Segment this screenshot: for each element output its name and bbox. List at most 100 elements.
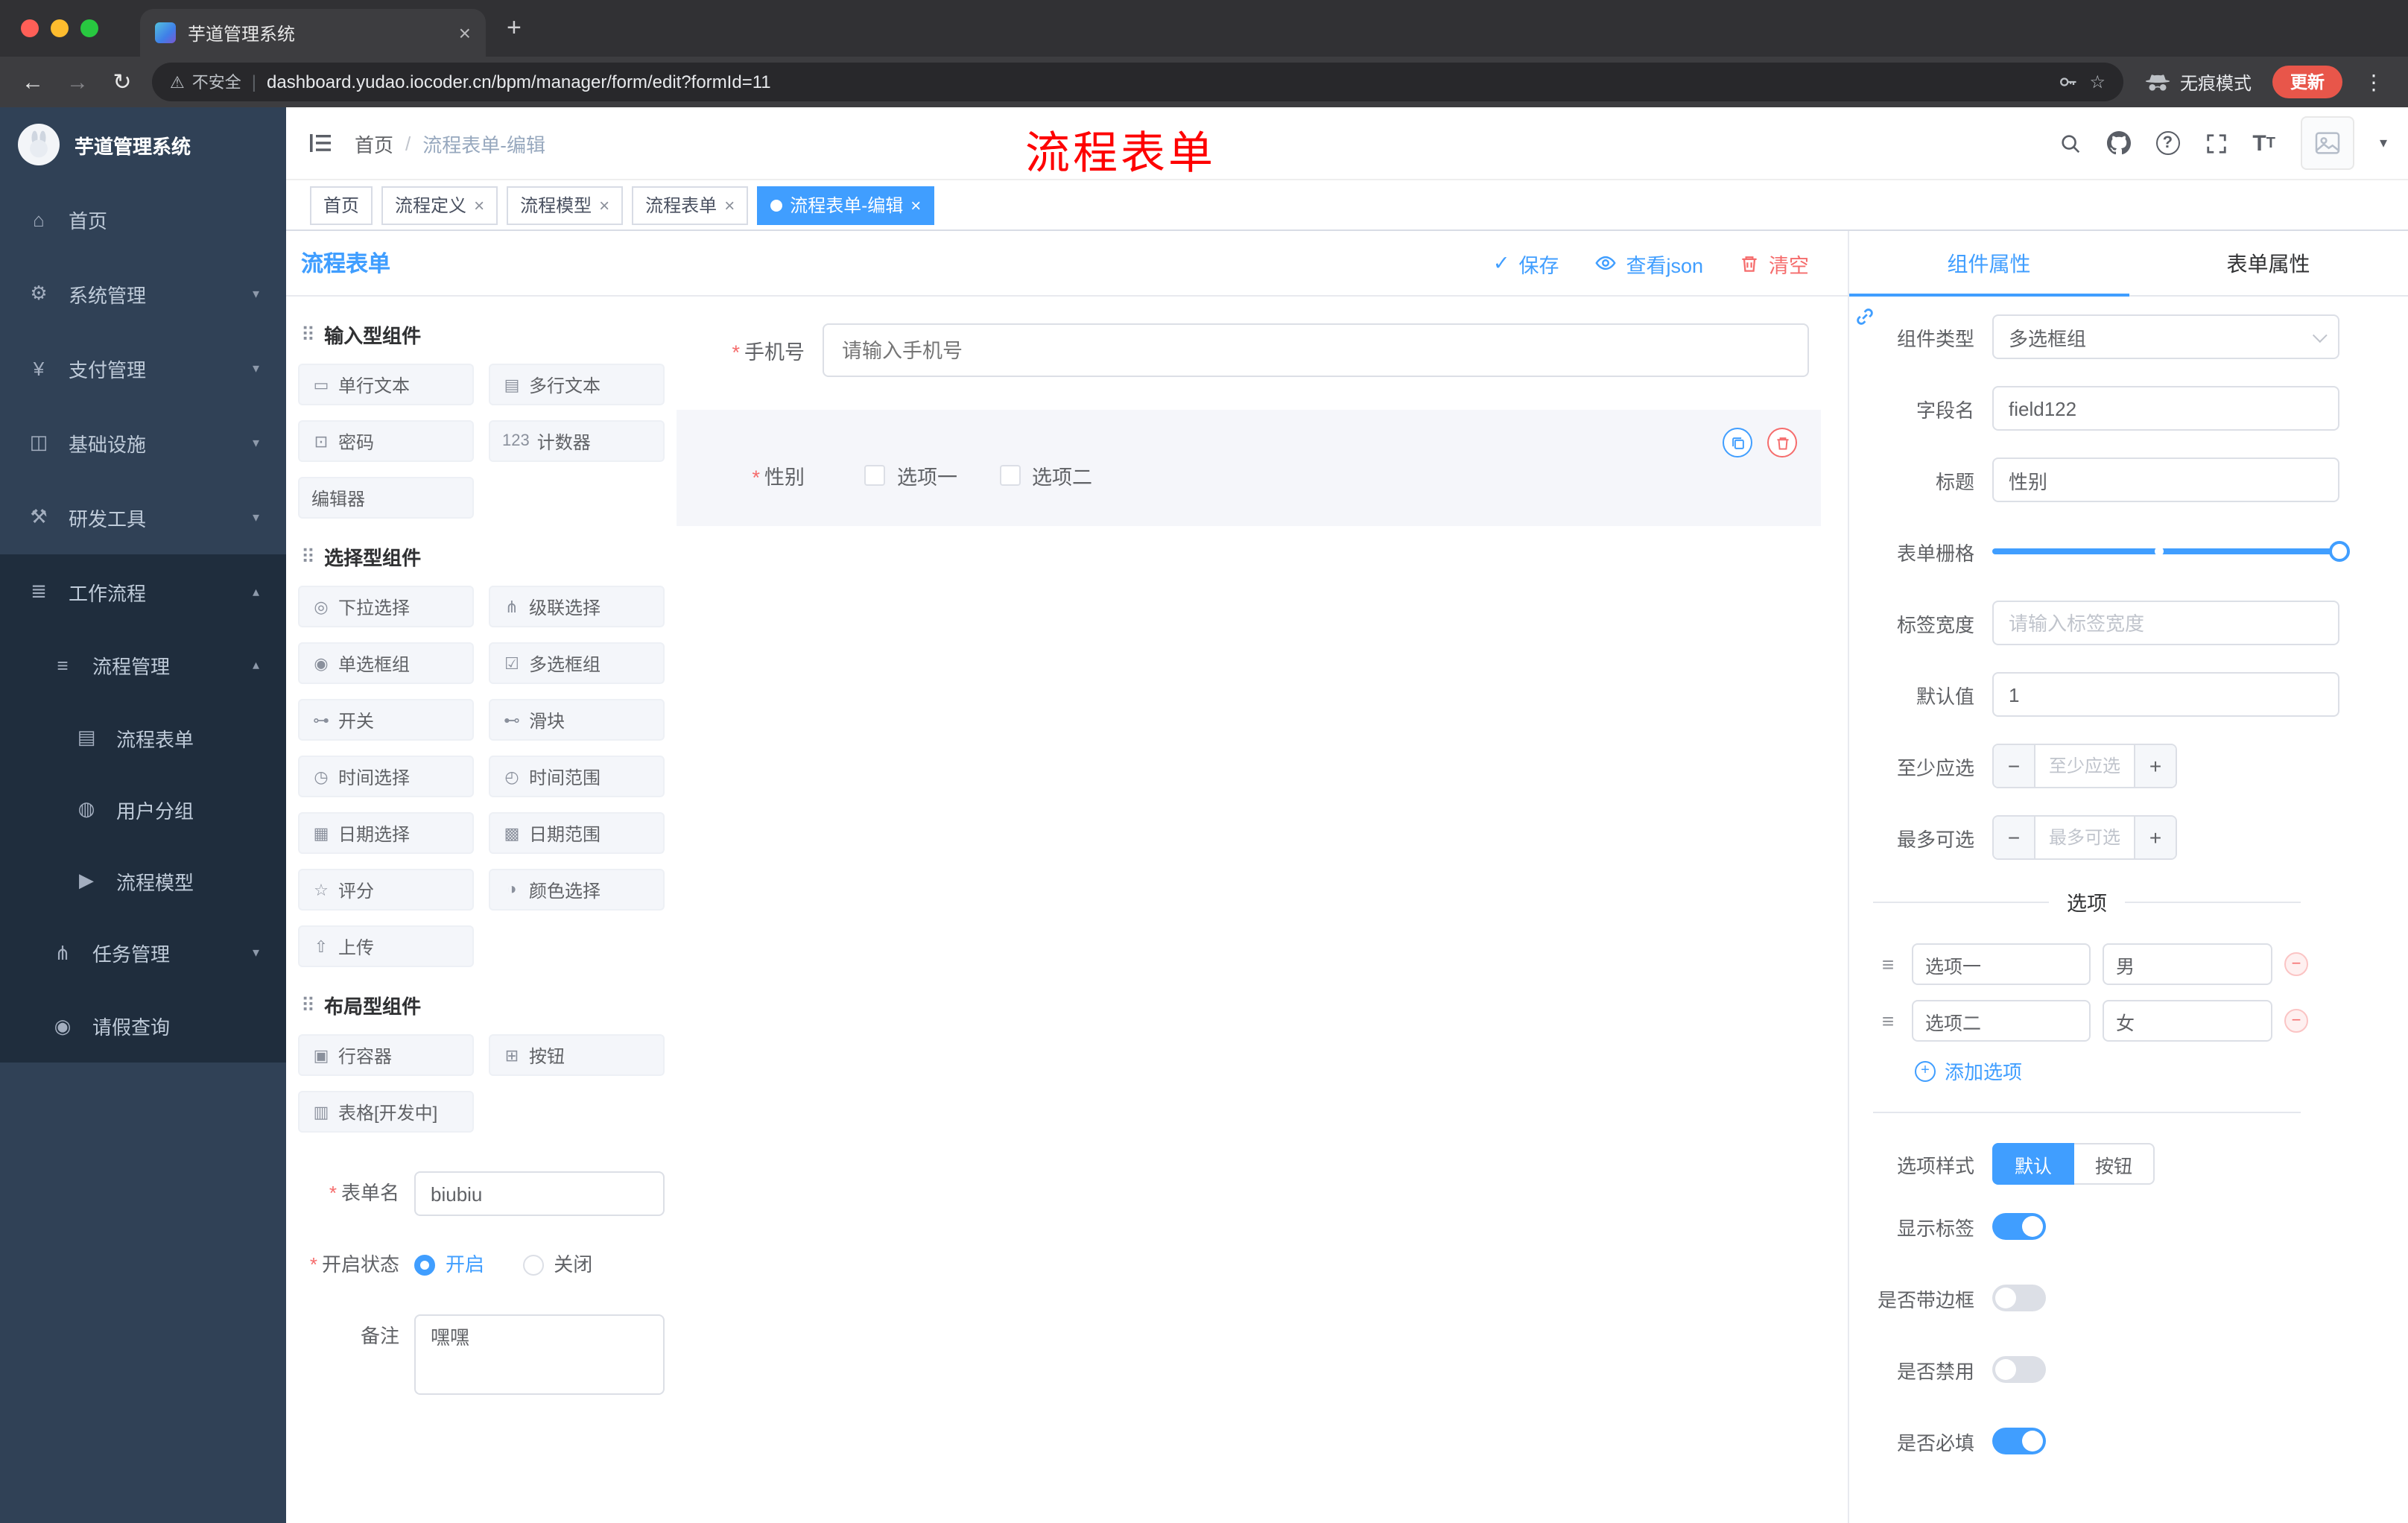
palette-item-color-picker[interactable]: ◑ 颜色选择 (489, 869, 665, 911)
minimize-window-button[interactable] (51, 19, 69, 37)
palette-item-cascader[interactable]: ⋔ 级联选择 (489, 586, 665, 627)
tag-process-form-edit[interactable]: 流程表单-编辑 × (757, 186, 935, 224)
breadcrumb-home[interactable]: 首页 (355, 129, 393, 157)
phone-input[interactable] (823, 323, 1809, 377)
sidebar-item-payment[interactable]: ¥ 支付管理 ▾ (0, 331, 286, 405)
palette-item-rate[interactable]: ☆ 评分 (298, 869, 474, 911)
stepper-minus-button[interactable]: − (1994, 745, 2035, 787)
forward-button[interactable]: → (63, 69, 92, 95)
sidebar-item-process-model[interactable]: ▶ 流程模型 (0, 845, 286, 916)
gender-option-1-checkbox[interactable]: 选项一 (864, 460, 957, 490)
option-1-value-input[interactable] (2103, 943, 2272, 985)
status-off-radio[interactable]: 关闭 (522, 1243, 592, 1288)
tag-close-icon[interactable]: × (724, 194, 735, 215)
stepper-plus-button[interactable]: + (2134, 745, 2176, 787)
github-icon[interactable] (2106, 131, 2131, 155)
tag-process-definition[interactable]: 流程定义 × (381, 186, 498, 224)
view-json-button[interactable]: 查看json (1594, 248, 1703, 278)
option-1-label-input[interactable] (1912, 943, 2091, 985)
remove-option-button[interactable]: − (2284, 1009, 2308, 1033)
tag-home[interactable]: 首页 (310, 186, 373, 224)
tag-close-icon[interactable]: × (599, 194, 609, 215)
tag-close-icon[interactable]: × (910, 194, 921, 215)
remove-option-button[interactable]: − (2284, 952, 2308, 976)
site-security[interactable]: ⚠ 不安全 (170, 70, 241, 94)
close-window-button[interactable] (21, 19, 39, 37)
form-remark-textarea[interactable]: 嘿嘿 (414, 1314, 665, 1395)
clear-button[interactable]: 清空 (1739, 248, 1809, 278)
style-button-button[interactable]: 按钮 (2074, 1143, 2155, 1185)
fullscreen-icon[interactable] (2205, 132, 2227, 154)
grid-slider[interactable] (1992, 529, 2350, 574)
search-icon[interactable] (2059, 132, 2081, 154)
status-on-radio[interactable]: 开启 (414, 1243, 484, 1288)
help-icon[interactable]: ? (2155, 131, 2180, 155)
sidebar-item-workflow[interactable]: ≣ 工作流程 ▴ (0, 554, 286, 629)
option-2-value-input[interactable] (2103, 1000, 2272, 1042)
password-key-icon[interactable] (2058, 72, 2079, 92)
sidebar-item-user-group[interactable]: ◍ 用户分组 (0, 773, 286, 845)
style-default-button[interactable]: 默认 (1992, 1143, 2075, 1185)
delete-widget-button[interactable] (1767, 428, 1797, 457)
tab-form-props[interactable]: 表单属性 (2129, 231, 2408, 295)
tag-close-icon[interactable]: × (474, 194, 484, 215)
tab-close-icon[interactable]: × (459, 21, 471, 45)
hamburger-icon[interactable] (286, 131, 355, 155)
gender-option-2-checkbox[interactable]: 选项二 (999, 460, 1092, 490)
stepper-minus-button[interactable]: − (1994, 817, 2035, 858)
update-button[interactable]: 更新 (2272, 66, 2342, 98)
palette-item-switch[interactable]: ⊶ 开关 (298, 699, 474, 741)
zoom-window-button[interactable] (80, 19, 98, 37)
browser-menu-icon[interactable]: ⋮ (2357, 69, 2390, 95)
max-select-input[interactable] (2035, 817, 2134, 858)
option-2-label-input[interactable] (1912, 1000, 2091, 1042)
bookmark-star-icon[interactable]: ☆ (2089, 72, 2106, 92)
title-input[interactable] (1992, 457, 2339, 502)
palette-item-table[interactable]: ▥ 表格[开发中] (298, 1091, 474, 1133)
sidebar-item-devtools[interactable]: ⚒ 研发工具 ▾ (0, 480, 286, 554)
palette-item-single-text[interactable]: ▭ 单行文本 (298, 364, 474, 405)
form-name-input[interactable] (414, 1171, 665, 1216)
new-tab-button[interactable]: + (507, 13, 522, 43)
field-name-input[interactable] (1992, 386, 2339, 431)
sidebar-item-infra[interactable]: ◫ 基础设施 ▾ (0, 405, 286, 480)
palette-item-counter[interactable]: 123 计数器 (489, 420, 665, 462)
show-label-toggle[interactable] (1992, 1213, 2046, 1240)
palette-item-row-container[interactable]: ▣ 行容器 (298, 1034, 474, 1076)
tab-component-props[interactable]: 组件属性 (1849, 231, 2129, 297)
component-type-select[interactable]: 多选框组 (1992, 314, 2339, 359)
link-icon[interactable] (1854, 305, 1876, 328)
sidebar-item-leave-query[interactable]: ◉ 请假查询 (0, 990, 286, 1063)
drag-handle-icon[interactable]: ≡ (1876, 1009, 1900, 1033)
required-toggle[interactable] (1992, 1428, 2046, 1454)
palette-item-editor[interactable]: 编辑器 (298, 477, 474, 519)
font-size-icon[interactable]: TT (2252, 130, 2275, 156)
sidebar-item-process-mgmt[interactable]: ≡ 流程管理 ▴ (0, 629, 286, 702)
sidebar-item-task-mgmt[interactable]: ⋔ 任务管理 ▾ (0, 916, 286, 990)
url-bar[interactable]: ⚠ 不安全 | dashboard.yudao.iocoder.cn/bpm/m… (152, 63, 2123, 101)
palette-item-password[interactable]: ⊡ 密码 (298, 420, 474, 462)
palette-item-slider[interactable]: ⊷ 滑块 (489, 699, 665, 741)
add-option-button[interactable]: + 添加选项 (1915, 1057, 2339, 1085)
canvas-field-phone[interactable]: 手机号 (677, 297, 1848, 377)
palette-item-radio-group[interactable]: ◉ 单选框组 (298, 642, 474, 684)
sidebar-item-system[interactable]: ⚙ 系统管理 ▾ (0, 256, 286, 331)
tag-process-form[interactable]: 流程表单 × (632, 186, 749, 224)
palette-item-button[interactable]: ⊞ 按钮 (489, 1034, 665, 1076)
disabled-toggle[interactable] (1992, 1356, 2046, 1383)
palette-item-date-range[interactable]: ▩ 日期范围 (489, 812, 665, 854)
palette-item-multiline-text[interactable]: ▤ 多行文本 (489, 364, 665, 405)
browser-tab[interactable]: 芋道管理系统 × (140, 9, 486, 57)
palette-item-upload[interactable]: ⇧ 上传 (298, 925, 474, 967)
with-border-toggle[interactable] (1992, 1285, 2046, 1311)
palette-item-checkbox-group[interactable]: ☑ 多选框组 (489, 642, 665, 684)
sidebar-item-home[interactable]: ⌂ 首页 (0, 182, 286, 256)
reload-button[interactable]: ↻ (107, 69, 137, 95)
back-button[interactable]: ← (18, 69, 48, 95)
min-select-input[interactable] (2035, 745, 2134, 787)
default-value-input[interactable] (1992, 672, 2339, 717)
palette-item-time-picker[interactable]: ◷ 时间选择 (298, 756, 474, 797)
label-width-input[interactable] (1992, 601, 2339, 645)
drag-handle-icon[interactable]: ≡ (1876, 952, 1900, 976)
user-avatar[interactable] (2300, 116, 2354, 170)
